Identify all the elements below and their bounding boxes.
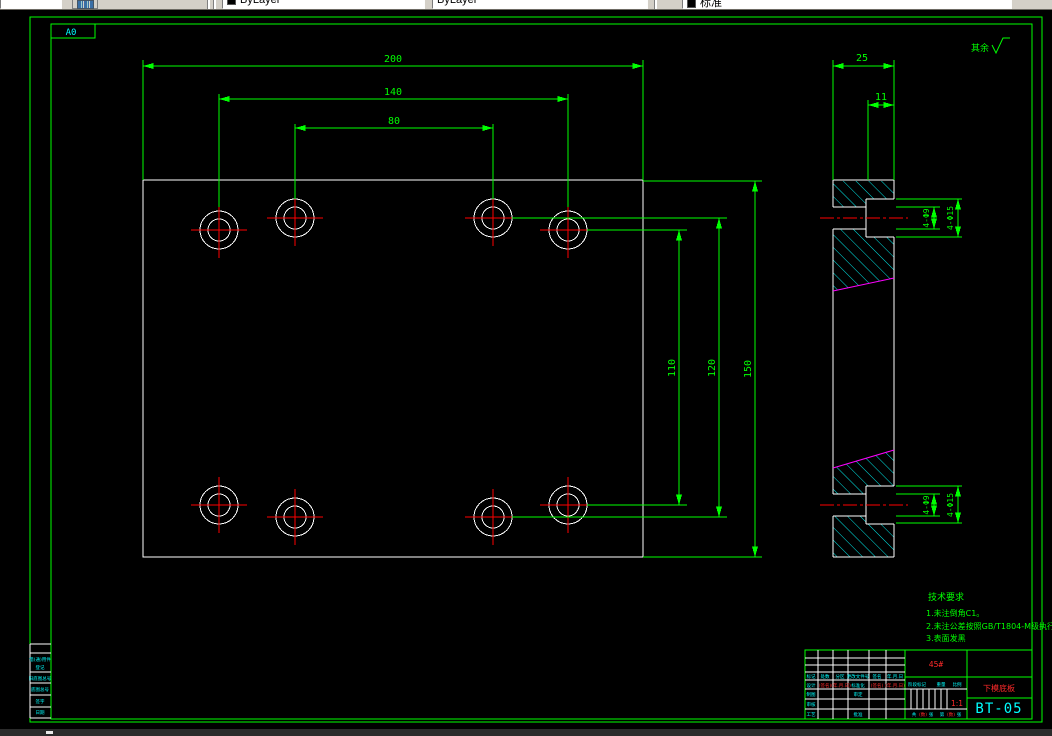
style-combo[interactable]: 标准 (682, 0, 1012, 9)
svg-text:第: 第 (940, 711, 945, 718)
role-design: 设计 (807, 682, 816, 689)
sheet-frame: A0 (29, 16, 1043, 723)
aux-row3: 旧底图总号 (29, 675, 52, 682)
tech-req-line2: 2.未注公差按照GB/T1804-M级执行 (926, 621, 1052, 631)
hole-bottom-left-outer (191, 477, 247, 533)
rev-header-date: 年.月.日 (887, 673, 903, 680)
svg-text:(数): (数) (919, 711, 927, 718)
toolbar-separator (654, 0, 657, 10)
aux-table: 借(通)用件 登记 旧底图总号 底图总号 签字 日期 (29, 643, 52, 719)
material-label: 45# (929, 660, 944, 669)
svg-text:张: 张 (929, 711, 934, 718)
aux-row6: 日期 (36, 710, 45, 716)
left-partial-combo[interactable] (0, 0, 62, 9)
linetype-combo-value: ByLayer (437, 0, 478, 6)
dim-counterbore-depth: 11 (875, 92, 887, 103)
toolbar-separator (207, 0, 210, 10)
surface-note-text: 其余 (971, 42, 989, 54)
style-swatch-icon (687, 0, 696, 8)
dim-thickness: 25 (856, 53, 868, 64)
style-combo-value: 标准 (700, 0, 722, 9)
revision-table: 标记 处数 分区 更改文件号 签名 年.月.日 设计 (签名) (年.月.日) … (805, 650, 905, 719)
dimensions-side: 25 11 4-Φ9 4-Φ15 4-Φ9 4-Φ15 (832, 53, 962, 524)
drawing-canvas[interactable]: A0 其余 200 140 80 110 120 150 25 11 4-Φ9 … (0, 10, 1052, 729)
callout-hole-large-bottom: 4-Φ15 (946, 493, 955, 517)
callout-hole-large-top: 4-Φ15 (946, 206, 955, 230)
stage-header: 阶段标记 (908, 681, 926, 688)
layer-button[interactable] (72, 0, 98, 9)
aux-row1: 借(通)用件 (29, 656, 51, 663)
dim-plate-height: 150 (743, 360, 754, 378)
design-sign: (签名) (819, 682, 832, 689)
color-swatch-icon (227, 0, 236, 5)
tech-req-title: 技术要求 (928, 591, 964, 603)
drawing-number: BT-05 (975, 701, 1022, 717)
layer-grid-icon (77, 0, 94, 9)
stage-scale-block: 45# 阶段标记 重量 比例 1:1 共 (数) 张 第 (数) 张 (905, 660, 967, 718)
design-date: (年.月.日) (831, 682, 851, 689)
part-name: 下模底板 (983, 683, 1015, 693)
dim-outer-hole-span: 140 (384, 87, 402, 98)
role-standard: 标准化 (851, 682, 865, 689)
callout-hole-small-top: 4-Φ9 (922, 208, 931, 227)
role-approve-std: 审定 (854, 691, 863, 698)
rev-header-mark: 标记 (807, 673, 816, 680)
rev-header-sign: 签名 (873, 673, 882, 680)
rev-header-zone: 分区 (836, 673, 845, 680)
callout-hole-small-bottom: 4-Φ9 (922, 495, 931, 514)
aux-row4: 底图总号 (31, 686, 49, 693)
role-draft: 制图 (807, 691, 816, 698)
toolbar-separator (213, 0, 216, 10)
aux-row5: 签字 (36, 698, 45, 705)
svg-text:(数): (数) (947, 711, 955, 718)
dimensions-top: 200 140 80 (142, 54, 644, 207)
sheet-count-row: 共 (数) 张 第 (数) 张 (912, 711, 962, 718)
weight-header: 重量 (937, 681, 946, 688)
tech-requirements: 技术要求 1.未注倒角C1。 2.未注公差按照GB/T1804-M级执行 3.表… (926, 591, 1052, 643)
svg-text:张: 张 (957, 711, 962, 718)
hole-bottom-left-inner (267, 489, 323, 545)
hole-top-left-outer (191, 202, 247, 258)
front-view (142, 179, 644, 558)
tech-req-line1: 1.未注倒角C1。 (926, 608, 984, 618)
dim-outer-hole-vspan: 110 (667, 359, 678, 377)
dim-inner-hole-vspan: 120 (707, 359, 718, 377)
status-strip (0, 729, 1052, 736)
standard-date: (年.月.日) (885, 682, 905, 689)
standard-sign: (签名) (871, 682, 884, 689)
svg-text:共: 共 (912, 711, 917, 718)
role-approve: 批准 (854, 711, 863, 718)
dim-plate-width: 200 (384, 54, 402, 65)
rev-header-count: 处数 (821, 673, 830, 680)
color-combo-value: ByLayer (240, 0, 281, 6)
command-cursor (46, 731, 53, 734)
scale-header: 比例 (953, 681, 962, 688)
aux-row2: 登记 (36, 664, 45, 671)
role-process: 工艺 (807, 712, 816, 718)
side-view (820, 179, 908, 558)
role-check: 审核 (807, 701, 816, 708)
linetype-combo[interactable]: ByLayer (432, 0, 648, 9)
title-block: 标记 处数 分区 更改文件号 签名 年.月.日 设计 (签名) (年.月.日) … (804, 649, 1033, 720)
rev-header-docno: 更改文件号 (847, 673, 870, 680)
scale-value: 1:1 (951, 699, 963, 708)
sheet-size-label: A0 (66, 28, 77, 38)
color-combo[interactable]: ByLayer (222, 0, 425, 9)
dim-inner-hole-span: 80 (388, 116, 400, 127)
properties-toolbar: .tb-btn{left:72px;} ByLayer ByLayer 标准 (0, 0, 1052, 10)
surface-finish-note: 其余 (971, 37, 1010, 55)
tech-req-line3: 3.表面发黑 (926, 633, 966, 643)
